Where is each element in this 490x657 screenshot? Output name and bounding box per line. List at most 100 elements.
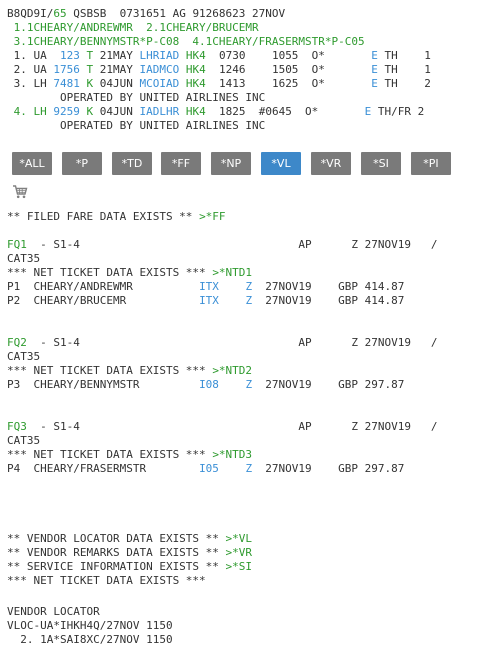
fare-quote-id[interactable]: FQ3 [7,420,27,433]
city-pair[interactable]: IADMCO [139,63,179,76]
p-button[interactable]: *P [62,152,102,175]
vendor-locator-link[interactable]: >*VL [226,532,253,545]
fare-amount: 27NOV19 GBP 297.87 [252,462,405,475]
booking-class: T [79,63,94,76]
fare-amount: 27NOV19 GBP 414.87 [252,280,405,293]
segment-row: 3. LH 7481 K 04JUN MCOIAD HK4 1413 1625 … [7,77,431,91]
passenger-names-1[interactable]: 1.1CHEARY/ANDREWMR 2.1CHEARY/BRUCEMR [7,21,259,35]
shopping-cart-icon[interactable] [12,184,28,200]
e-ticket-flag[interactable]: E [371,49,378,62]
segment-status: HK4 [179,105,206,118]
pnr-locator: B8QD9I/ [7,7,54,20]
fare-quote-details: - S1-4 AP Z 27NOV19 / [26,238,438,251]
vl-button[interactable]: *VL [261,152,301,175]
flight-number[interactable]: 9259 [53,105,80,118]
operated-by: OPERATED BY UNITED AIRLINES INC [7,91,266,104]
segment-date: 21MAY [93,49,140,62]
segment-status: HK4 [179,49,206,62]
fare-quote-header: FQ2 - S1-4 AP Z 27NOV19 / [7,336,437,350]
booking-class: T [79,49,94,62]
operated-by: OPERATED BY UNITED AIRLINES INC [7,119,266,132]
segment-days: TH/FR 2 [371,105,425,118]
net-ticket-link[interactable]: >*NTD2 [212,364,252,377]
city-pair[interactable]: LHRIAD [139,49,179,62]
service-info-link[interactable]: >*SI [226,560,253,573]
e-ticket-flag[interactable]: E [371,63,378,76]
segment-status: HK4 [179,63,206,76]
vendor-remarks-link[interactable]: >*VR [226,546,253,559]
passenger-name: P4 CHEARY/FRASERMSTR [7,462,200,475]
notice-text: ** SERVICE INFORMATION EXISTS ** [7,560,226,573]
segment-days: TH 1 [377,49,431,62]
net-ticket-text: *** NET TICKET DATA EXISTS *** [7,266,213,279]
vendor-locator-title: VENDOR LOCATOR [7,605,100,618]
segment-date: 04JUN [93,77,140,90]
np-button[interactable]: *NP [211,152,251,175]
fare-basis[interactable]: ITX [199,294,219,307]
service-info-notice: ** SERVICE INFORMATION EXISTS ** >*SI [7,560,252,574]
notice-text: ** VENDOR LOCATOR DATA EXISTS ** [7,532,226,545]
passenger-fare-row: P4 CHEARY/FRASERMSTR I05 Z 27NOV19 GBP 2… [7,462,404,476]
segment-date: 04JUN [93,105,140,118]
flight-number[interactable]: 123 [60,49,80,62]
si-button[interactable]: *SI [361,152,401,175]
fare-quote-header: FQ1 - S1-4 AP Z 27NOV19 / [7,238,437,252]
segment-row: 1. UA 123 T 21MAY LHRIAD HK4 0730 1055 O… [7,49,431,63]
segment-times: 1413 1625 O* [205,77,372,90]
segment-times: 1246 1505 O* [205,63,372,76]
segment-prefix: 3. LH [7,77,54,90]
fare-quote-id[interactable]: FQ2 [7,336,27,349]
passenger-name: P2 CHEARY/BRUCEMR [7,294,200,307]
passenger-name: P1 CHEARY/ANDREWMR [7,280,200,293]
fare-category: CAT35 [7,252,41,265]
fare-category: CAT35 [7,434,41,447]
booking-class: K [79,77,94,90]
segment-prefix: 2. UA [7,63,54,76]
filed-fare-text: ** FILED FARE DATA EXISTS ** [7,210,200,223]
filed-fare-link[interactable]: >*FF [199,210,226,223]
fare-amount: 27NOV19 GBP 414.87 [252,294,405,307]
fare-amount: 27NOV19 GBP 297.87 [252,378,405,391]
segment-date: 21MAY [93,63,140,76]
ff-button[interactable]: *FF [161,152,201,175]
city-pair[interactable]: MCOIAD [139,77,179,90]
fare-quote-id[interactable]: FQ1 [7,238,27,251]
pnr-header-rest: QSBSB 0731651 AG 91268623 27NOV [66,7,286,20]
segment-row: 2. UA 1756 T 21MAY IADMCO HK4 1246 1505 … [7,63,431,77]
vr-button[interactable]: *VR [311,152,351,175]
passenger-fare-row: P3 CHEARY/BENNYMSTR I08 Z 27NOV19 GBP 29… [7,378,404,392]
city-pair[interactable]: IADLHR [139,105,179,118]
filed-fare-notice: ** FILED FARE DATA EXISTS ** >*FF [7,210,226,224]
fare-basis[interactable]: ITX [199,280,219,293]
net-ticket-link[interactable]: >*NTD1 [212,266,252,279]
flight-number[interactable]: 1756 [53,63,80,76]
fare-basis[interactable]: I05 [199,462,219,475]
notice-text: ** VENDOR REMARKS DATA EXISTS ** [7,546,226,559]
passenger-names-2[interactable]: 3.1CHEARY/BENNYMSTR*P-C08 4.1CHEARY/FRAS… [7,35,365,49]
all-button[interactable]: *ALL [12,152,52,175]
vendor-locator-line: 2. 1A*SAI8XC/27NOV 1150 [7,633,173,646]
pi-button[interactable]: *PI [411,152,451,175]
fare-basis[interactable]: I08 [199,378,219,391]
fare-quote-details: - S1-4 AP Z 27NOV19 / [26,420,438,433]
net-ticket-text: *** NET TICKET DATA EXISTS *** [7,448,213,461]
e-ticket-flag[interactable]: E [371,77,378,90]
segment-times: 0730 1055 O* [205,49,372,62]
net-ticket-notice: *** NET TICKET DATA EXISTS *** >*NTD1 [7,266,252,280]
booking-class: K [79,105,94,118]
segment-days: TH 2 [377,77,431,90]
fare-quote-header: FQ3 - S1-4 AP Z 27NOV19 / [7,420,437,434]
td-button[interactable]: *TD [112,152,152,175]
flight-number[interactable]: 7481 [53,77,80,90]
segment-times: 1825 #0645 O* [205,105,365,118]
segment-days: TH 1 [377,63,431,76]
segment-row: 4. LH 9259 K 04JUN IADLHR HK4 1825 #0645… [7,105,425,119]
segment-status: HK4 [179,77,206,90]
net-ticket-link[interactable]: >*NTD3 [212,448,252,461]
passenger-fare-row: P2 CHEARY/BRUCEMR ITX Z 27NOV19 GBP 414.… [7,294,404,308]
vendor-locator-line: VLOC-UA*IHKH4Q/27NOV 1150 [7,619,173,632]
net-ticket-notice: *** NET TICKET DATA EXISTS *** [7,574,206,587]
segment-prefix: 4. LH [7,105,54,118]
net-ticket-notice: *** NET TICKET DATA EXISTS *** >*NTD3 [7,448,252,462]
passenger-fare-row: P1 CHEARY/ANDREWMR ITX Z 27NOV19 GBP 414… [7,280,404,294]
